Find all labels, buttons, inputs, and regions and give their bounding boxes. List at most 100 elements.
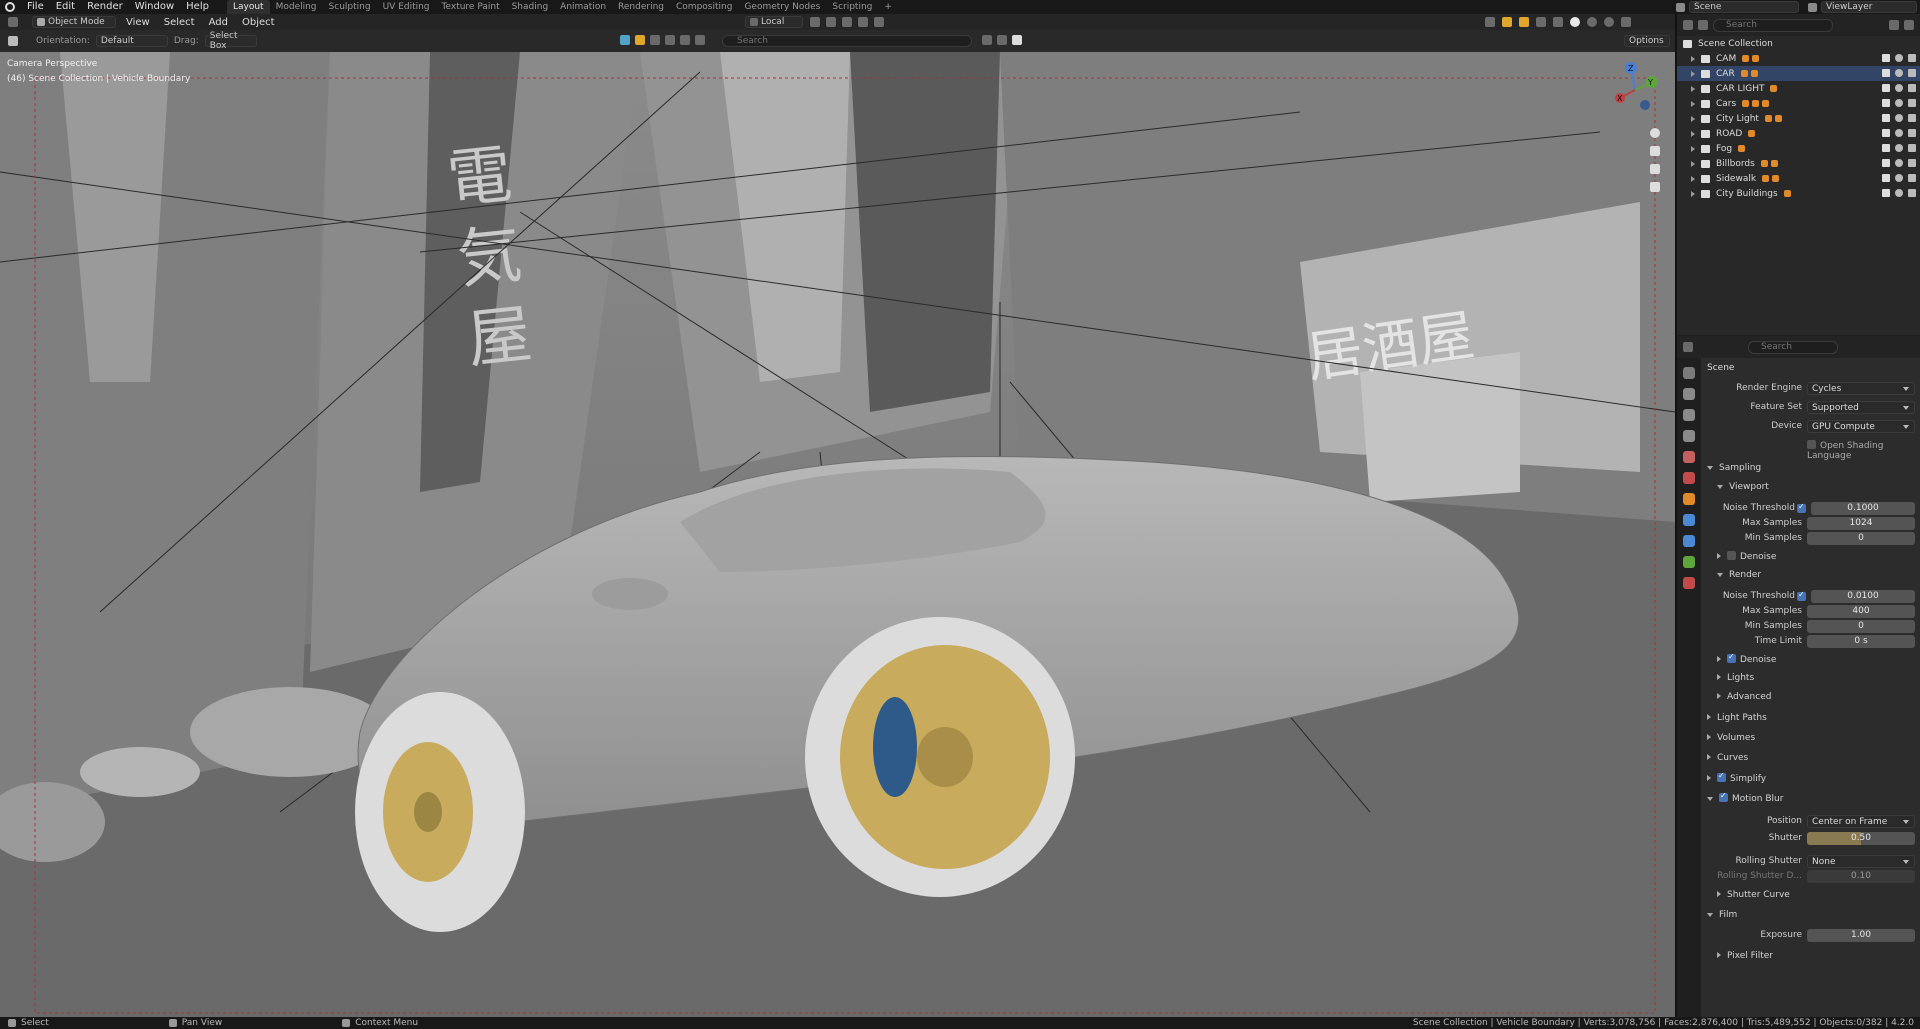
world-tab-icon[interactable]: [1683, 472, 1695, 484]
outliner-search-input[interactable]: [1713, 18, 1833, 32]
lock-icon[interactable]: [1650, 182, 1660, 192]
snap-icon[interactable]: [826, 17, 836, 27]
checkbox-icon[interactable]: [1882, 114, 1890, 122]
outliner-item[interactable]: City Light: [1677, 111, 1920, 126]
navigation-gizmo[interactable]: Y Z X: [1605, 60, 1665, 120]
expand-arrow-icon[interactable]: [1691, 145, 1695, 152]
eye-icon[interactable]: [1895, 84, 1903, 92]
outliner-filter-icon[interactable]: [1889, 20, 1899, 30]
render-tab-icon[interactable]: [1683, 388, 1695, 400]
expand-arrow-icon[interactable]: [1691, 160, 1695, 167]
subsection-viewport[interactable]: Viewport: [1717, 482, 1769, 492]
viewport-search-input[interactable]: [722, 35, 972, 47]
view-layer-field[interactable]: ViewLayer: [1821, 1, 1917, 13]
expand-arrow-icon[interactable]: [1691, 70, 1695, 77]
outliner-item[interactable]: CAR LIGHT: [1677, 81, 1920, 96]
rendered-shading-icon[interactable]: [1604, 17, 1614, 27]
move-tool-icon[interactable]: [8, 36, 18, 46]
camera-render-icon[interactable]: [1908, 129, 1916, 137]
scene-field[interactable]: Scene: [1689, 1, 1799, 13]
proportional-edit-icon[interactable]: [858, 17, 868, 27]
tab-modeling[interactable]: Modeling: [270, 0, 323, 14]
snap-target-icon[interactable]: [842, 17, 852, 27]
options-button[interactable]: Options: [1624, 35, 1670, 47]
checkbox-icon[interactable]: [1882, 144, 1890, 152]
section-simplify[interactable]: Simplify: [1707, 771, 1766, 784]
r-time-limit-field[interactable]: 0 s: [1807, 635, 1915, 648]
object-tab-icon[interactable]: [1683, 493, 1695, 505]
gizmo-toggle-icon[interactable]: [1502, 17, 1512, 27]
tab-rendering[interactable]: Rendering: [612, 0, 670, 14]
camera-view-icon[interactable]: [1650, 164, 1660, 174]
visibility-icon[interactable]: [1485, 17, 1495, 27]
add-workspace-button[interactable]: +: [878, 0, 898, 14]
outliner-item[interactable]: Fog: [1677, 141, 1920, 156]
camera-render-icon[interactable]: [1908, 144, 1916, 152]
properties-search-input[interactable]: [1748, 340, 1838, 354]
section-motion-blur[interactable]: Motion Blur: [1707, 791, 1783, 804]
r-noise-threshold-checkbox[interactable]: [1797, 590, 1806, 601]
expand-arrow-icon[interactable]: [1691, 85, 1695, 92]
menu-window[interactable]: Window: [129, 0, 180, 14]
wireframe-shading-icon[interactable]: [1553, 17, 1563, 27]
xray-icon[interactable]: [1536, 17, 1546, 27]
checkbox-icon[interactable]: [1882, 159, 1890, 167]
device-select[interactable]: GPU Compute: [1807, 420, 1915, 433]
falloff-icon[interactable]: [874, 17, 884, 27]
checkbox-icon[interactable]: [1882, 84, 1890, 92]
camera-render-icon[interactable]: [1908, 189, 1916, 197]
mesh-filter-icon[interactable]: [650, 35, 660, 45]
gizmo-neg-z[interactable]: [1640, 100, 1650, 110]
camera-render-icon[interactable]: [1908, 174, 1916, 182]
empty-filter-icon[interactable]: [695, 35, 705, 45]
subsection-vp-denoise[interactable]: Denoise: [1717, 551, 1776, 562]
sort-icon[interactable]: [997, 35, 1007, 45]
viewport-menu-select[interactable]: Select: [160, 17, 199, 28]
eye-icon[interactable]: [1895, 189, 1903, 197]
checkbox-icon[interactable]: [1882, 54, 1890, 62]
shading-options-icon[interactable]: [1621, 17, 1631, 27]
transform-orientation-select[interactable]: Local: [745, 16, 803, 28]
vp-min-samples-field[interactable]: 0: [1807, 532, 1915, 545]
camera-render-icon[interactable]: [1908, 99, 1916, 107]
constraints-tab-icon[interactable]: [1683, 556, 1695, 568]
shutter-slider[interactable]: 0.50: [1807, 832, 1915, 845]
outliner-item[interactable]: Cars: [1677, 96, 1920, 111]
bookmark-icon[interactable]: [982, 35, 992, 45]
rolling-shutter-duration-field[interactable]: 0.10: [1807, 870, 1915, 883]
camera-render-icon[interactable]: [1908, 69, 1916, 77]
new-collection-icon[interactable]: [1904, 20, 1914, 30]
section-film[interactable]: Film: [1707, 910, 1737, 920]
solid-shading-icon[interactable]: [1570, 17, 1580, 27]
expand-arrow-icon[interactable]: [1691, 175, 1695, 182]
eye-icon[interactable]: [1895, 144, 1903, 152]
render-engine-select[interactable]: Cycles: [1807, 382, 1915, 395]
pivot-icon[interactable]: [810, 17, 820, 27]
eye-icon[interactable]: [1895, 69, 1903, 77]
osl-checkbox[interactable]: Open Shading Language: [1807, 440, 1920, 461]
subsection-render[interactable]: Render: [1717, 570, 1761, 580]
section-sampling[interactable]: Sampling: [1707, 463, 1761, 473]
properties-editor-icon[interactable]: [1683, 342, 1693, 352]
vp-max-samples-field[interactable]: 1024: [1807, 517, 1915, 530]
expand-arrow-icon[interactable]: [1691, 190, 1695, 197]
feature-set-select[interactable]: Supported: [1807, 401, 1915, 414]
outliner-item[interactable]: Billbords: [1677, 156, 1920, 171]
outliner-editor-icon[interactable]: [1683, 20, 1693, 30]
menu-file[interactable]: File: [21, 0, 50, 14]
scene-tab-icon[interactable]: [1683, 451, 1695, 463]
outliner-item[interactable]: Sidewalk: [1677, 171, 1920, 186]
viewport-menu-add[interactable]: Add: [205, 17, 232, 28]
filter-funnel-icon[interactable]: [1012, 35, 1022, 45]
light-filter-icon[interactable]: [665, 35, 675, 45]
menu-render[interactable]: Render: [81, 0, 129, 14]
modifier-tab-icon[interactable]: [1683, 514, 1695, 526]
tab-shading[interactable]: Shading: [506, 0, 555, 14]
exposure-field[interactable]: 1.00: [1807, 929, 1915, 942]
outliner-item[interactable]: CAM: [1677, 51, 1920, 66]
r-min-samples-field[interactable]: 0: [1807, 620, 1915, 633]
editor-type-icon[interactable]: [8, 17, 18, 27]
eye-icon[interactable]: [1895, 99, 1903, 107]
tab-texture-paint[interactable]: Texture Paint: [436, 0, 506, 14]
tool-tab-icon[interactable]: [1683, 367, 1695, 379]
